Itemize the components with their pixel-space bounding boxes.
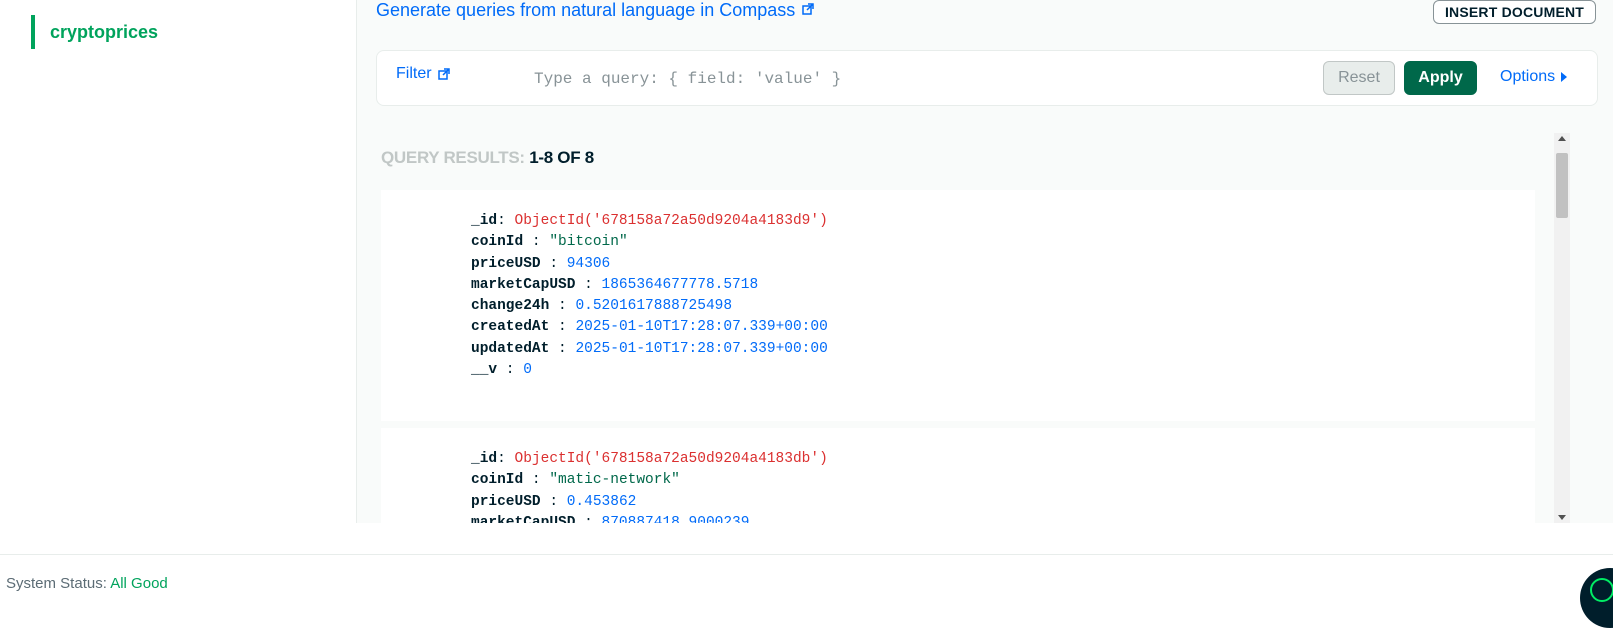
results-scrollbar[interactable] [1554,133,1570,523]
options-label: Options [1500,68,1556,85]
field-value: 2025-01-10T17:28:07.339+00:00 [575,340,828,357]
field-separator: : [497,451,515,467]
system-status: System Status: All Good [6,575,168,592]
status-label: System Status: [6,575,107,592]
field-value: 0.5201617888725498 [575,298,733,315]
field-key: createdAt [471,319,550,336]
field-separator: : [523,234,550,251]
insert-document-button[interactable]: INSERT DOCUMENT [1433,0,1596,24]
field-key: coinId [471,234,524,251]
document-field: priceUSD : 94306 [471,254,828,275]
field-separator: : [540,493,567,510]
field-key: coinId [471,472,524,489]
field-separator: : [497,362,524,379]
field-value: 870887418.9000239 [601,514,750,523]
filter-label: Filter [396,65,432,82]
field-separator: : [540,255,567,272]
sidebar-item-cryptoprices[interactable]: cryptoprices [31,15,331,49]
apply-button[interactable]: Apply [1404,61,1477,95]
scroll-up-arrow-icon[interactable] [1558,136,1566,141]
scrollbar-thumb[interactable] [1556,153,1568,218]
results-label: QUERY RESULTS: [381,148,525,167]
field-value: "bitcoin" [549,234,628,251]
footer-divider [0,554,1613,555]
chat-button[interactable] [1580,568,1613,628]
field-key: priceUSD [471,255,541,272]
document-field: __v : 0 [471,360,828,381]
generate-queries-label: Generate queries from natural language i… [376,0,796,20]
document-field: marketCapUSD : 1865364677778.5718 [471,275,828,296]
field-separator: : [549,340,576,357]
document-field: _id: ObjectId('678158a72a50d9204a4183db'… [471,449,828,470]
document-field: _id: ObjectId('678158a72a50d9204a4183d9'… [471,211,828,232]
main-panel: Generate queries from natural language i… [357,0,1613,523]
document-field: coinId : "matic-network" [471,470,828,491]
field-value: 94306 [566,255,611,272]
generate-queries-link[interactable]: Generate queries from natural language i… [376,0,815,21]
document-card[interactable]: _id: ObjectId('678158a72a50d9204a4183db'… [381,428,1535,523]
caret-right-icon [1561,71,1568,82]
field-key: marketCapUSD [471,514,576,523]
document-field: change24h : 0.5201617888725498 [471,296,828,317]
scroll-down-arrow-icon[interactable] [1558,515,1566,520]
field-separator: : [575,276,602,293]
field-key: updatedAt [471,340,550,357]
filter-bar: Filter Reset Apply Options [376,50,1598,106]
field-key: marketCapUSD [471,276,576,293]
field-key: change24h [471,298,550,315]
filter-link[interactable]: Filter [396,65,450,83]
document-field: marketCapUSD : 870887418.9000239 [471,513,828,523]
field-value: ObjectId('678158a72a50d9204a4183d9') [514,213,828,229]
field-separator: : [549,298,576,315]
document-field: createdAt : 2025-01-10T17:28:07.339+00:0… [471,317,828,338]
options-button[interactable]: Options [1500,68,1568,86]
document-fields: _id: ObjectId('678158a72a50d9204a4183db'… [471,449,828,523]
field-key: priceUSD [471,493,541,510]
field-value: 1865364677778.5718 [601,276,759,293]
field-separator: : [575,514,602,523]
sidebar: cryptoprices [0,0,357,523]
field-separator: : [497,213,515,229]
field-value: 2025-01-10T17:28:07.339+00:00 [575,319,828,336]
field-value: ObjectId('678158a72a50d9204a4183db') [514,451,828,467]
field-value: 0.453862 [566,493,637,510]
status-value[interactable]: All Good [110,575,168,592]
query-results-header: QUERY RESULTS: 1-8 OF 8 [381,148,594,168]
field-value: "matic-network" [549,472,680,489]
field-separator: : [549,319,576,336]
results-range: 1-8 OF 8 [529,148,594,167]
query-input[interactable] [532,65,1256,93]
document-field: updatedAt : 2025-01-10T17:28:07.339+00:0… [471,339,828,360]
document-field: priceUSD : 0.453862 [471,492,828,513]
field-key: __v [471,362,498,379]
document-field: coinId : "bitcoin" [471,232,828,253]
field-key: _id [471,213,498,229]
sidebar-item-label: cryptoprices [50,21,159,42]
chat-icon [1590,578,1613,602]
external-link-icon [438,68,450,80]
document-fields: _id: ObjectId('678158a72a50d9204a4183d9'… [471,211,828,381]
field-value: 0 [523,362,532,379]
document-card[interactable]: _id: ObjectId('678158a72a50d9204a4183d9'… [381,190,1535,421]
field-key: _id [471,451,498,467]
reset-button[interactable]: Reset [1323,61,1395,95]
field-separator: : [523,472,550,489]
external-link-icon [802,3,815,15]
